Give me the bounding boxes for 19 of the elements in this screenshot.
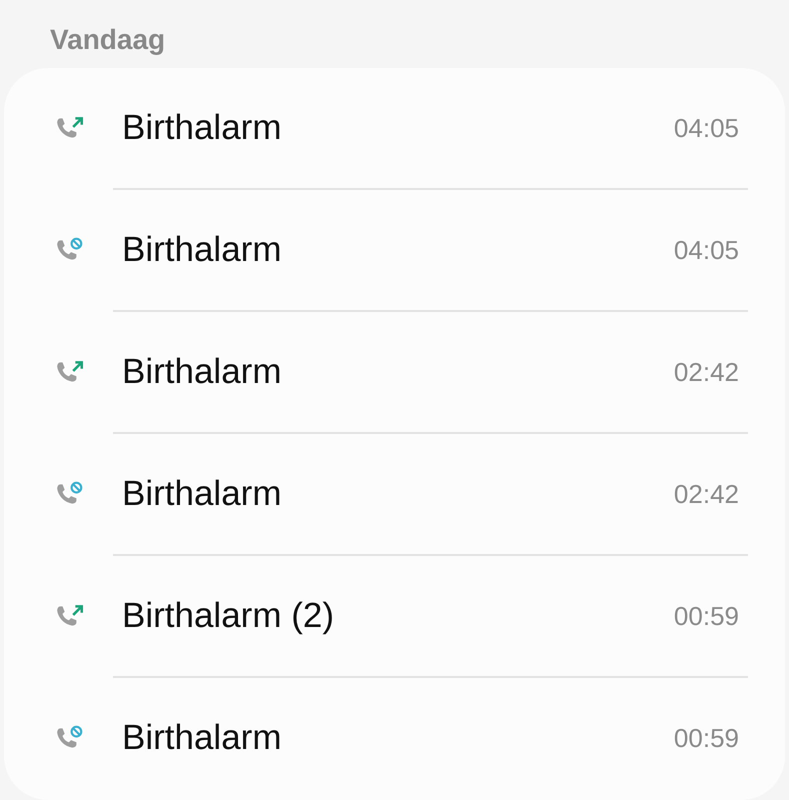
- call-row[interactable]: Birthalarm 02:42: [4, 312, 785, 432]
- contact-name: Birthalarm: [122, 228, 282, 271]
- call-row[interactable]: Birthalarm 02:42: [4, 434, 785, 554]
- section-header: Vandaag: [50, 24, 166, 55]
- call-time: 00:59: [674, 600, 739, 632]
- contact-name: Birthalarm (2): [122, 594, 335, 637]
- call-row[interactable]: Birthalarm 04:05: [4, 68, 785, 188]
- call-row[interactable]: Birthalarm 04:05: [4, 190, 785, 310]
- call-time: 04:05: [674, 112, 739, 144]
- call-time: 04:05: [674, 234, 739, 266]
- call-time: 02:42: [674, 478, 739, 510]
- contact-name: Birthalarm: [122, 716, 282, 759]
- contact-name: Birthalarm: [122, 106, 282, 149]
- call-time: 00:59: [674, 722, 739, 754]
- contact-name: Birthalarm: [122, 350, 282, 393]
- call-row[interactable]: Birthalarm 00:59: [4, 678, 785, 798]
- call-time: 02:42: [674, 356, 739, 388]
- call-row[interactable]: Birthalarm (2) 00:59: [4, 556, 785, 676]
- contact-name: Birthalarm: [122, 472, 282, 515]
